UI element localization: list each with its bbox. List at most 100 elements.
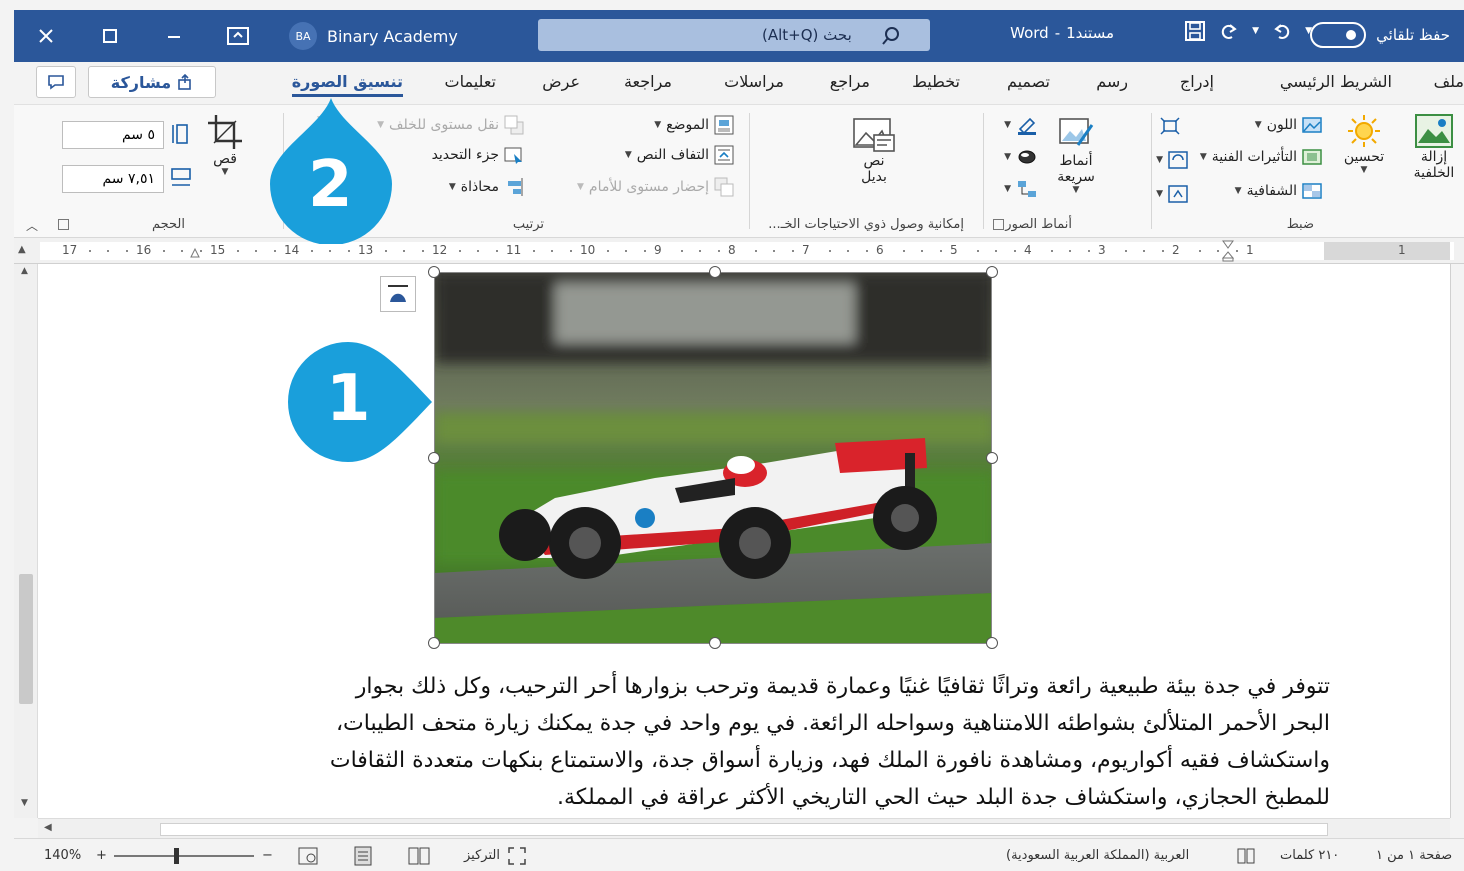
tab-draw[interactable]: رسم (1096, 72, 1128, 91)
minimize-button[interactable] (156, 18, 192, 54)
tab-review[interactable]: مراجعة (624, 72, 672, 91)
text-line: للمطبخ الحجازي، واستكشاف جدة البلد حيث ا… (557, 785, 1330, 810)
save-icon[interactable] (1184, 20, 1206, 42)
send-backward-button[interactable]: نقل مستوى للخلف ▼ (377, 115, 524, 135)
picture-layout-button[interactable]: ▼ (1004, 179, 1038, 199)
resize-handle[interactable] (428, 637, 440, 649)
resize-handle[interactable] (709, 266, 721, 278)
scroll-thumb[interactable] (160, 823, 1328, 836)
group-label-accessibility: إمكانية وصول ذوي الاحتياجات الخـ... (768, 217, 964, 232)
alt-text-button[interactable]: نص بديل (844, 117, 904, 185)
wrap-text-button[interactable]: التفاف النص ▼ (625, 145, 734, 165)
crop-button[interactable]: قص ▼ (202, 113, 248, 177)
zoom-level[interactable]: 140% (44, 848, 81, 863)
ruler-tick (1124, 250, 1127, 252)
vertical-scrollbar[interactable]: ▲ ▼ (14, 264, 38, 818)
width-input[interactable]: ٧,٥١ سم (62, 165, 164, 193)
ruler-toggle-icon[interactable]: ▲ (18, 244, 26, 255)
web-layout-icon[interactable] (298, 847, 318, 865)
change-picture-button[interactable]: ▼ (1156, 151, 1188, 169)
ruler-tick (939, 250, 942, 252)
focus-button[interactable]: التركيز (464, 848, 500, 863)
tab-file[interactable]: ملف (1434, 72, 1464, 91)
comments-button[interactable] (36, 66, 76, 98)
tab-view[interactable]: عرض (542, 72, 580, 91)
undo-dropdown-icon[interactable]: ▼ (1252, 26, 1259, 36)
text-line: البحر الأحمر المتلألئ بشواطئه اللامتناهي… (335, 711, 1330, 736)
position-label: الموضع (666, 117, 709, 133)
tab-insert[interactable]: إدراج (1180, 72, 1214, 91)
remove-background-button[interactable]: إزالة الخلفية (1404, 113, 1464, 181)
position-button[interactable]: الموضع ▼ (654, 115, 734, 135)
selection-pane-button[interactable]: جزء التحديد (432, 145, 524, 165)
align-button[interactable]: محاذاة ▼ (449, 177, 524, 197)
scroll-up-icon[interactable]: ▲ (21, 266, 28, 276)
tab-references[interactable]: مراجع (830, 72, 870, 91)
picture-effects-button[interactable]: ▼ (1004, 147, 1038, 167)
ribbon-display-options-button[interactable] (220, 18, 256, 54)
user-account[interactable]: BA Binary Academy (289, 22, 458, 50)
picture-border-button[interactable]: ▼ (1004, 115, 1038, 135)
resize-handle[interactable] (709, 637, 721, 649)
maximize-button[interactable] (92, 18, 128, 54)
size-dialog-launcher-icon[interactable] (58, 219, 69, 230)
undo-icon[interactable] (1271, 20, 1293, 42)
language-indicator[interactable]: العربية (المملكة العربية السعودية) (1006, 848, 1189, 863)
zoom-slider[interactable] (114, 855, 254, 857)
autosave-switch[interactable] (1310, 22, 1367, 48)
indent-marker-icon[interactable] (1222, 240, 1234, 262)
resize-handle[interactable] (986, 637, 998, 649)
proofing-icon[interactable] (1236, 847, 1256, 865)
scroll-down-icon[interactable]: ▼ (21, 798, 28, 808)
corrections-button[interactable]: تحسين ▼ (1332, 113, 1396, 175)
color-button[interactable]: اللون ▼ (1255, 117, 1322, 133)
chevron-down-icon: ▼ (654, 120, 662, 130)
horizontal-scrollbar[interactable]: ◀ (38, 818, 1450, 838)
word-count[interactable]: ٢١٠ كلمات (1280, 848, 1339, 863)
race-car-picture[interactable] (434, 272, 992, 644)
zoom-in-button[interactable]: + (96, 848, 107, 863)
tab-mailings[interactable]: مراسلات (724, 72, 784, 91)
quick-styles-button[interactable]: أنماط سريعة ▼ (1046, 115, 1106, 196)
search-box[interactable]: بحث (Alt+Q) (538, 19, 930, 51)
tab-help[interactable]: تعليمات (445, 72, 496, 91)
body-paragraph[interactable]: تتوفر في جدة بيئة طبيعية رائعة وتراثًا ث… (210, 668, 1330, 816)
resize-handle[interactable] (986, 452, 998, 464)
autosave-toggle[interactable]: حفظ تلقائي (1310, 22, 1450, 48)
share-button[interactable]: مشاركة (88, 66, 216, 98)
read-mode-icon[interactable] (408, 846, 430, 866)
tab-layout[interactable]: تخطيط (912, 72, 960, 91)
chevron-down-icon: ▼ (1254, 120, 1262, 130)
transparency-button[interactable]: الشفافية ▼ (1235, 183, 1322, 199)
vertical-ruler (1450, 264, 1464, 818)
collapse-ribbon-icon[interactable]: ︿ (26, 217, 38, 234)
page-number[interactable]: صفحة ١ من ١ (1376, 848, 1452, 863)
ruler-number: 5 (950, 243, 958, 257)
resize-handle[interactable] (986, 266, 998, 278)
close-button[interactable] (28, 18, 64, 54)
artistic-effects-button[interactable]: التأثيرات الفنية ▼ (1200, 149, 1322, 165)
ruler-number: 1 (1398, 243, 1406, 257)
compress-pictures-button[interactable] (1160, 117, 1180, 135)
layout-options-button[interactable] (380, 276, 416, 312)
dialog-launcher-icon[interactable] (993, 219, 1004, 230)
height-input[interactable]: ٥ سم (62, 121, 164, 149)
tab-home[interactable]: الشريط الرئيسي (1280, 72, 1392, 91)
doc-name: مستند1 (1066, 24, 1114, 42)
reset-picture-button[interactable]: ▼ (1156, 185, 1188, 203)
scroll-left-icon[interactable]: ◀ (44, 822, 52, 833)
tab-picture-format[interactable]: تنسيق الصورة (291, 72, 403, 97)
tab-design[interactable]: تصميم (1007, 72, 1050, 91)
print-layout-icon[interactable] (354, 846, 372, 866)
resize-handle[interactable] (428, 266, 440, 278)
redo-icon[interactable] (1218, 20, 1240, 42)
focus-icon[interactable] (508, 847, 526, 865)
zoom-out-button[interactable]: − (262, 848, 273, 863)
group-label-size: الحجم (152, 217, 186, 232)
scroll-thumb[interactable] (19, 574, 33, 704)
tab-stop-icon[interactable] (190, 246, 200, 258)
group-label-arrange: ترتيب (512, 217, 544, 232)
zoom-slider-thumb[interactable] (174, 848, 179, 864)
bring-forward-button[interactable]: إحضار مستوى للأمام ▼ (577, 177, 734, 197)
text-line: واستكشاف فقيه أكواريوم، ومشاهدة نافورة ا… (329, 748, 1330, 773)
